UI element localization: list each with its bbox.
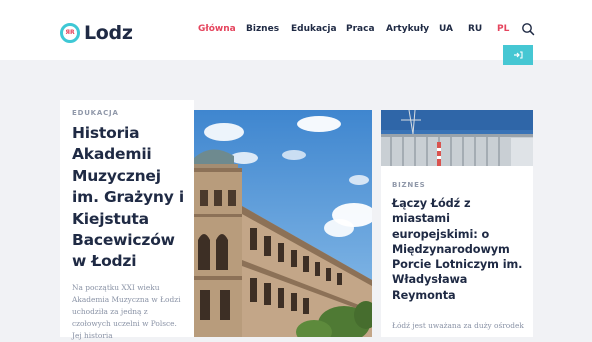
- featured-article-card[interactable]: EDUKACJA Historia Akademii Muzycznej im.…: [60, 100, 194, 340]
- article-thumbnail[interactable]: [381, 110, 533, 166]
- article-excerpt: Łódź jest uważana za duży ośrodek: [392, 321, 524, 330]
- nav-item-praca[interactable]: Praca: [346, 24, 375, 34]
- search-icon[interactable]: [521, 22, 535, 36]
- sign-in-icon: [514, 51, 523, 59]
- lang-ru[interactable]: RU: [468, 24, 482, 34]
- logo-text: Lodz: [84, 22, 133, 44]
- nav-item-edukacja[interactable]: Edukacja: [291, 24, 337, 34]
- featured-article-image[interactable]: [194, 110, 372, 337]
- top-navigation-bar: Główna Biznes Edukacja Praca Artykuły UA…: [153, 0, 592, 65]
- article-title[interactable]: Historia Akademii Muzycznej im. Grażyny …: [72, 123, 192, 273]
- logo-mark: ЯR: [60, 23, 80, 43]
- nav-item-glowna[interactable]: Główna: [198, 24, 236, 34]
- article-card[interactable]: BIZNES Łączy Łódź z miastami europejskim…: [381, 110, 533, 337]
- site-logo[interactable]: ЯR Lodz: [60, 19, 133, 47]
- logo-panel: ЯR Lodz: [0, 0, 153, 60]
- nav-item-biznes[interactable]: Biznes: [246, 24, 279, 34]
- login-button[interactable]: [503, 45, 533, 65]
- article-excerpt: Na początku XXI wieku Akademia Muzyczna …: [72, 283, 181, 340]
- article-title[interactable]: Łączy Łódź z miastami europejskimi: o Mi…: [392, 196, 528, 303]
- article-category[interactable]: EDUKACJA: [72, 109, 119, 117]
- article-category[interactable]: BIZNES: [392, 181, 426, 189]
- lang-pl[interactable]: PL: [497, 24, 509, 34]
- logo-badge: ЯR: [65, 29, 75, 36]
- nav-item-artykuly[interactable]: Artykuły: [386, 24, 429, 34]
- lang-ua[interactable]: UA: [439, 24, 453, 34]
